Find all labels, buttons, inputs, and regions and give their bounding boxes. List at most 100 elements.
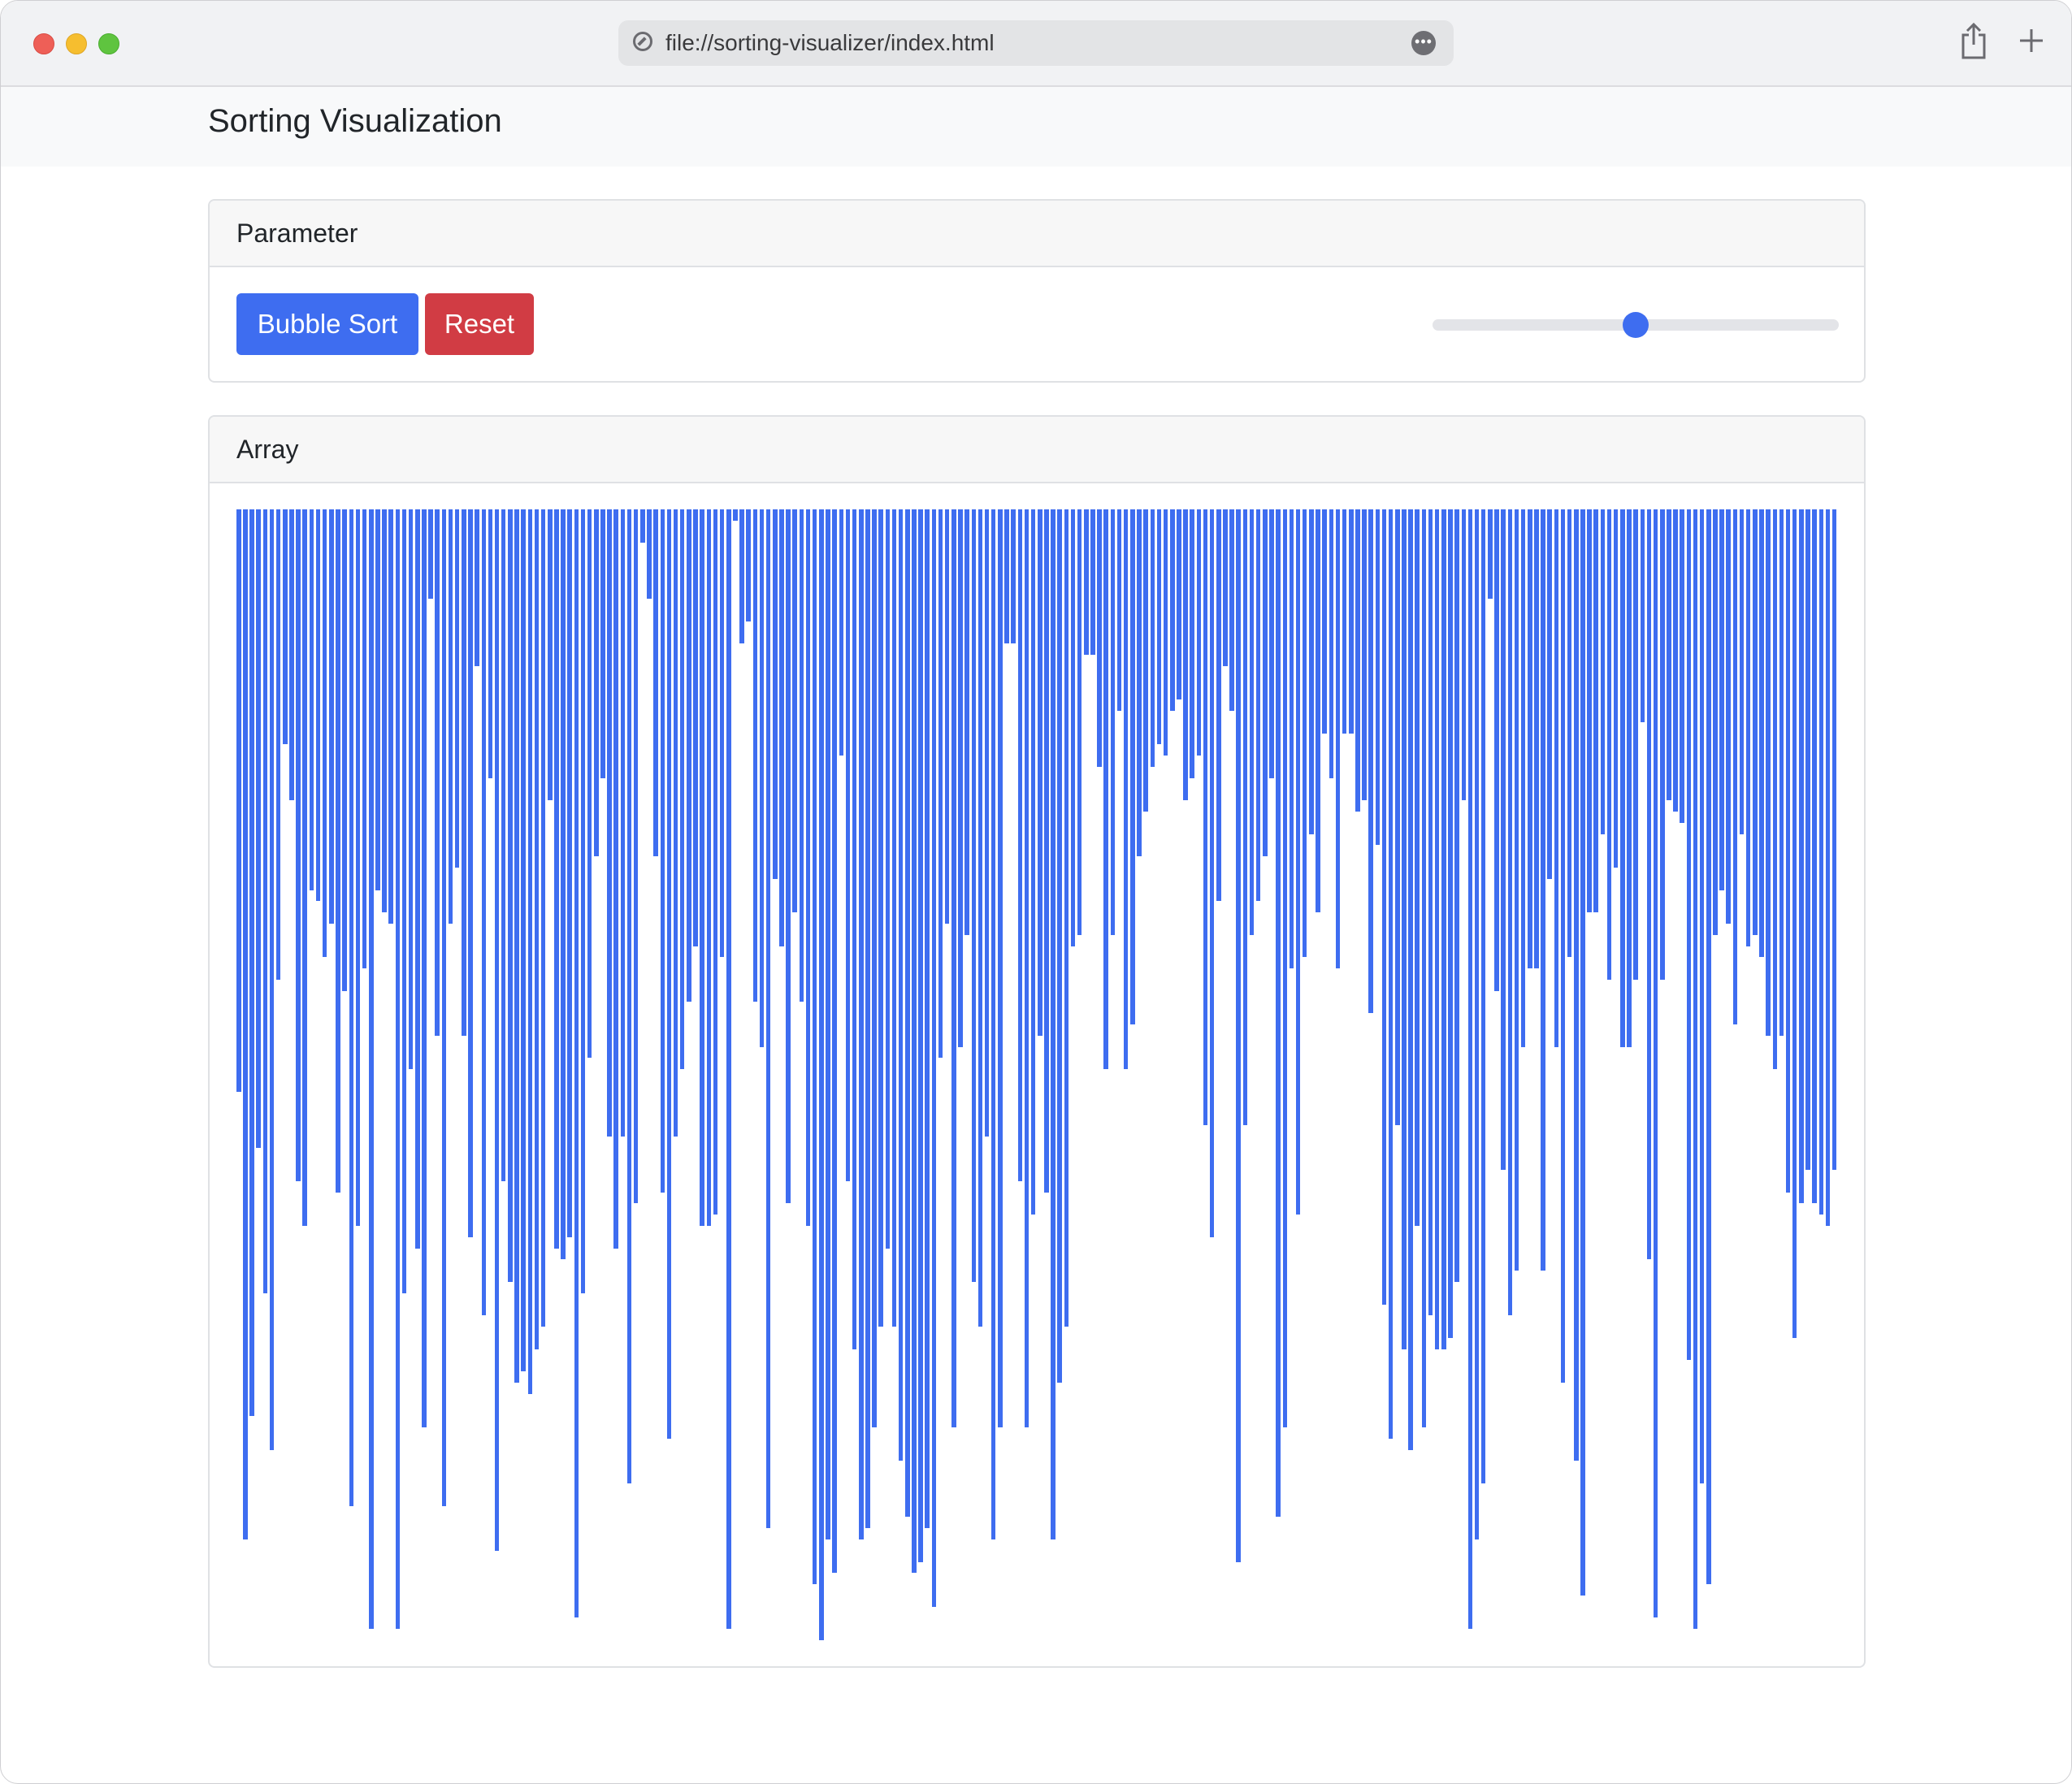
array-bar	[865, 509, 870, 1528]
array-bar	[428, 509, 433, 599]
array-bar	[1520, 509, 1526, 1047]
array-bar	[620, 509, 626, 1137]
page-title[interactable]: Sorting Visualization	[208, 103, 502, 140]
array-bar	[1064, 509, 1069, 1327]
array-bar	[1229, 509, 1234, 711]
reset-button[interactable]: Reset	[425, 293, 534, 355]
array-bar	[435, 509, 440, 1036]
array-bar	[1190, 509, 1194, 778]
array-bar	[1461, 509, 1467, 800]
array-bar	[1633, 509, 1638, 980]
array-bar	[898, 509, 904, 1461]
array-bar	[713, 509, 718, 1215]
bubble-sort-button[interactable]: Bubble Sort	[236, 293, 418, 355]
browser-toolbar: file://sorting-visualizer/index.html •••	[1, 1, 2071, 87]
array-bar	[653, 509, 658, 856]
array-bar	[1831, 509, 1837, 1170]
array-bar	[1494, 509, 1499, 991]
array-bar	[1593, 509, 1599, 912]
speed-slider[interactable]	[1433, 312, 1839, 338]
array-bar	[1309, 509, 1314, 834]
array-bar	[1051, 509, 1056, 1539]
array-bar	[607, 509, 612, 1137]
array-bar	[1368, 509, 1373, 1013]
array-bar	[1030, 509, 1036, 1215]
array-bar	[812, 509, 817, 1584]
array-bar	[1753, 509, 1758, 935]
array-bar	[1732, 509, 1738, 1024]
close-window-button[interactable]	[33, 33, 54, 54]
array-bar	[336, 509, 340, 1193]
array-bar	[958, 509, 963, 1047]
array-bar	[1693, 509, 1698, 1629]
array-bar	[673, 509, 678, 1137]
array-bar	[401, 509, 407, 1293]
array-bar	[1017, 509, 1023, 1181]
array-bar	[1402, 509, 1407, 1349]
array-bar	[1362, 509, 1367, 800]
array-bar	[309, 509, 314, 890]
array-bar	[494, 509, 500, 1551]
array-bar	[1276, 509, 1281, 1517]
array-bar	[488, 509, 493, 778]
array-bar	[256, 509, 261, 1148]
compass-icon	[633, 32, 652, 51]
array-bar	[462, 509, 466, 1036]
array-bar	[1348, 509, 1354, 734]
array-bar	[1084, 509, 1089, 655]
array-bar	[1209, 509, 1215, 1237]
array-bar	[1554, 509, 1559, 1047]
array-bar	[931, 509, 937, 1607]
more-options-icon[interactable]: •••	[1411, 31, 1436, 55]
array-bar	[1600, 509, 1606, 834]
array-bar	[441, 509, 447, 1506]
array-bar	[839, 509, 844, 756]
array-bar	[1415, 509, 1420, 1226]
array-bar	[1057, 509, 1062, 1383]
address-bar-url: file://sorting-visualizer/index.html	[665, 30, 995, 55]
array-bar	[1295, 509, 1301, 1215]
new-tab-icon[interactable]	[2018, 27, 2045, 54]
array-bar	[832, 509, 837, 1573]
array-bar	[1269, 509, 1274, 778]
array-bar	[700, 509, 704, 1226]
array-bar	[938, 509, 943, 1058]
share-icon[interactable]	[1959, 22, 1988, 59]
array-bar	[1534, 509, 1539, 968]
array-bar	[1282, 509, 1288, 1427]
array-bar	[375, 509, 380, 890]
array-bar	[1574, 509, 1579, 1461]
array-bar	[971, 509, 977, 1282]
array-bar	[1667, 509, 1671, 800]
array-bar	[382, 509, 387, 912]
array-bar	[1501, 509, 1506, 1170]
array-bar	[1004, 509, 1009, 643]
array-bar	[1680, 509, 1684, 823]
array-bar	[1726, 509, 1731, 924]
array-bar	[640, 509, 645, 543]
array-bar	[1646, 509, 1652, 1259]
array-bar	[302, 509, 308, 1226]
array-bar	[1011, 509, 1016, 643]
array-bar	[1203, 509, 1208, 1125]
array-bar	[1342, 509, 1347, 734]
array-bar	[905, 509, 910, 1517]
minimize-window-button[interactable]	[66, 33, 87, 54]
array-bar	[852, 509, 857, 1349]
array-bar	[1097, 509, 1102, 767]
array-bar	[395, 509, 401, 1629]
array-bar	[1507, 509, 1513, 1315]
array-bar	[468, 509, 473, 1237]
array-bar	[613, 509, 618, 1249]
array-bar	[534, 509, 540, 1349]
speed-slider-thumb[interactable]	[1623, 312, 1649, 338]
zoom-window-button[interactable]	[98, 33, 119, 54]
array-bar	[1183, 509, 1188, 800]
array-bar	[1448, 509, 1453, 1338]
array-bar	[1779, 509, 1784, 1036]
array-bar	[719, 509, 725, 957]
array-bar	[501, 509, 506, 1181]
array-bar	[296, 509, 301, 1181]
array-bar	[1474, 509, 1480, 1539]
address-bar[interactable]: file://sorting-visualizer/index.html •••	[618, 20, 1454, 66]
